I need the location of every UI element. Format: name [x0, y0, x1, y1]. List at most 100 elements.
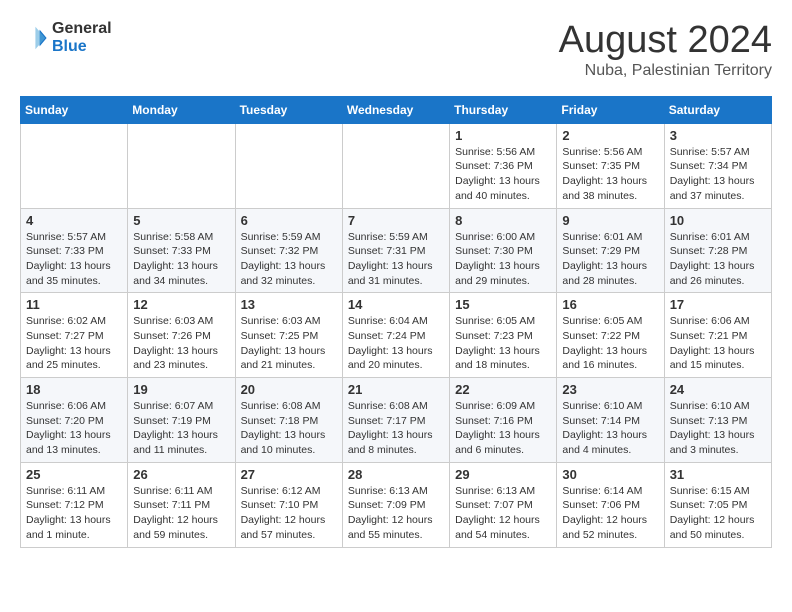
calendar-cell: [235, 123, 342, 208]
day-info: Sunrise: 5:56 AMSunset: 7:36 PMDaylight:…: [455, 145, 551, 204]
header-row: SundayMondayTuesdayWednesdayThursdayFrid…: [21, 96, 772, 123]
day-number: 26: [133, 467, 229, 482]
day-number: 11: [26, 297, 122, 312]
day-number: 31: [670, 467, 766, 482]
day-number: 15: [455, 297, 551, 312]
day-number: 20: [241, 382, 337, 397]
day-info: Sunrise: 6:05 AMSunset: 7:23 PMDaylight:…: [455, 314, 551, 373]
calendar-cell: 25Sunrise: 6:11 AMSunset: 7:12 PMDayligh…: [21, 462, 128, 547]
calendar-cell: 27 Sunrise: 6:12 AMSunset: 7:10 PMDayligh…: [235, 462, 342, 547]
day-info: Sunrise: 6:13 AMSunset: 7:07 PMDaylight:…: [455, 484, 551, 543]
subtitle: Nuba, Palestinian Territory: [559, 62, 772, 80]
day-number: 13: [241, 297, 337, 312]
calendar-cell: 7 Sunrise: 5:59 AMSunset: 7:31 PMDaylight…: [342, 208, 449, 293]
calendar-cell: 12 Sunrise: 6:03 AMSunset: 7:26 PMDayligh…: [128, 293, 235, 378]
calendar-cell: 18Sunrise: 6:06 AMSunset: 7:20 PMDayligh…: [21, 378, 128, 463]
day-info: Sunrise: 6:03 AMSunset: 7:26 PMDaylight:…: [133, 314, 229, 373]
day-number: 28: [348, 467, 444, 482]
calendar-cell: 23 Sunrise: 6:10 AMSunset: 7:14 PMDayligh…: [557, 378, 664, 463]
day-number: 29: [455, 467, 551, 482]
day-number: 12: [133, 297, 229, 312]
calendar-cell: 5Sunrise: 5:58 AMSunset: 7:33 PMDaylight…: [128, 208, 235, 293]
calendar-cell: 29 Sunrise: 6:13 AMSunset: 7:07 PMDayligh…: [450, 462, 557, 547]
calendar-cell: 17Sunrise: 6:06 AMSunset: 7:21 PMDayligh…: [664, 293, 771, 378]
day-info: Sunrise: 6:02 AMSunset: 7:27 PMDaylight:…: [26, 314, 122, 373]
day-info: Sunrise: 6:04 AMSunset: 7:24 PMDaylight:…: [348, 314, 444, 373]
calendar-cell: 21 Sunrise: 6:08 AMSunset: 7:17 PMDayligh…: [342, 378, 449, 463]
header-tuesday: Tuesday: [235, 96, 342, 123]
day-number: 30: [562, 467, 658, 482]
day-info: Sunrise: 6:01 AMSunset: 7:29 PMDaylight:…: [562, 230, 658, 289]
header-sunday: Sunday: [21, 96, 128, 123]
day-info: Sunrise: 5:59 AMSunset: 7:31 PMDaylight:…: [348, 230, 444, 289]
day-number: 14: [348, 297, 444, 312]
day-number: 1: [455, 128, 551, 143]
day-info: Sunrise: 6:01 AMSunset: 7:28 PMDaylight:…: [670, 230, 766, 289]
calendar-cell: 11 Sunrise: 6:02 AMSunset: 7:27 PMDayligh…: [21, 293, 128, 378]
day-number: 22: [455, 382, 551, 397]
day-info: Sunrise: 6:08 AMSunset: 7:17 PMDaylight:…: [348, 399, 444, 458]
header-thursday: Thursday: [450, 96, 557, 123]
day-info: Sunrise: 6:05 AMSunset: 7:22 PMDaylight:…: [562, 314, 658, 373]
calendar-header: SundayMondayTuesdayWednesdayThursdayFrid…: [21, 96, 772, 123]
logo-blue-text: Blue: [52, 38, 112, 56]
calendar-cell: 30Sunrise: 6:14 AMSunset: 7:06 PMDayligh…: [557, 462, 664, 547]
day-number: 23: [562, 382, 658, 397]
day-number: 8: [455, 213, 551, 228]
calendar-cell: 15 Sunrise: 6:05 AMSunset: 7:23 PMDayligh…: [450, 293, 557, 378]
calendar-cell: 6Sunrise: 5:59 AMSunset: 7:32 PMDaylight…: [235, 208, 342, 293]
day-info: Sunrise: 6:11 AMSunset: 7:11 PMDaylight:…: [133, 484, 229, 543]
calendar-cell: 1 Sunrise: 5:56 AMSunset: 7:36 PMDaylight…: [450, 123, 557, 208]
day-info: Sunrise: 6:09 AMSunset: 7:16 PMDaylight:…: [455, 399, 551, 458]
day-info: Sunrise: 6:12 AMSunset: 7:10 PMDaylight:…: [241, 484, 337, 543]
calendar-cell: 3 Sunrise: 5:57 AMSunset: 7:34 PMDaylight…: [664, 123, 771, 208]
calendar-cell: 16Sunrise: 6:05 AMSunset: 7:22 PMDayligh…: [557, 293, 664, 378]
day-number: 2: [562, 128, 658, 143]
day-info: Sunrise: 5:59 AMSunset: 7:32 PMDaylight:…: [241, 230, 337, 289]
header-wednesday: Wednesday: [342, 96, 449, 123]
day-info: Sunrise: 5:57 AMSunset: 7:33 PMDaylight:…: [26, 230, 122, 289]
logo: General Blue: [20, 20, 112, 55]
week-row-2: 11 Sunrise: 6:02 AMSunset: 7:27 PMDayligh…: [21, 293, 772, 378]
day-info: Sunrise: 6:06 AMSunset: 7:21 PMDaylight:…: [670, 314, 766, 373]
day-info: Sunrise: 5:58 AMSunset: 7:33 PMDaylight:…: [133, 230, 229, 289]
day-number: 7: [348, 213, 444, 228]
day-number: 19: [133, 382, 229, 397]
day-info: Sunrise: 6:13 AMSunset: 7:09 PMDaylight:…: [348, 484, 444, 543]
title-area: August 2024 Nuba, Palestinian Territory: [559, 20, 772, 80]
day-number: 3: [670, 128, 766, 143]
day-number: 27: [241, 467, 337, 482]
header-friday: Friday: [557, 96, 664, 123]
day-info: Sunrise: 5:56 AMSunset: 7:35 PMDaylight:…: [562, 145, 658, 204]
logo-general-text: General: [52, 20, 112, 38]
calendar-cell: 8 Sunrise: 6:00 AMSunset: 7:30 PMDaylight…: [450, 208, 557, 293]
day-info: Sunrise: 5:57 AMSunset: 7:34 PMDaylight:…: [670, 145, 766, 204]
day-info: Sunrise: 6:07 AMSunset: 7:19 PMDaylight:…: [133, 399, 229, 458]
calendar-cell: 20Sunrise: 6:08 AMSunset: 7:18 PMDayligh…: [235, 378, 342, 463]
calendar-cell: 24Sunrise: 6:10 AMSunset: 7:13 PMDayligh…: [664, 378, 771, 463]
day-number: 24: [670, 382, 766, 397]
day-info: Sunrise: 6:03 AMSunset: 7:25 PMDaylight:…: [241, 314, 337, 373]
day-number: 21: [348, 382, 444, 397]
calendar-cell: 4 Sunrise: 5:57 AMSunset: 7:33 PMDaylight…: [21, 208, 128, 293]
day-info: Sunrise: 6:10 AMSunset: 7:14 PMDaylight:…: [562, 399, 658, 458]
calendar-cell: 14 Sunrise: 6:04 AMSunset: 7:24 PMDayligh…: [342, 293, 449, 378]
header-saturday: Saturday: [664, 96, 771, 123]
calendar-cell: [342, 123, 449, 208]
week-row-4: 25Sunrise: 6:11 AMSunset: 7:12 PMDayligh…: [21, 462, 772, 547]
calendar-cell: 13 Sunrise: 6:03 AMSunset: 7:25 PMDayligh…: [235, 293, 342, 378]
calendar-body: 1 Sunrise: 5:56 AMSunset: 7:36 PMDaylight…: [21, 123, 772, 547]
calendar-cell: [21, 123, 128, 208]
calendar-cell: 2 Sunrise: 5:56 AMSunset: 7:35 PMDaylight…: [557, 123, 664, 208]
week-row-1: 4 Sunrise: 5:57 AMSunset: 7:33 PMDaylight…: [21, 208, 772, 293]
page-header: General Blue August 2024 Nuba, Palestini…: [20, 20, 772, 80]
calendar-cell: 26 Sunrise: 6:11 AMSunset: 7:11 PMDayligh…: [128, 462, 235, 547]
day-info: Sunrise: 6:00 AMSunset: 7:30 PMDaylight:…: [455, 230, 551, 289]
calendar-cell: [128, 123, 235, 208]
week-row-0: 1 Sunrise: 5:56 AMSunset: 7:36 PMDaylight…: [21, 123, 772, 208]
day-number: 10: [670, 213, 766, 228]
calendar-cell: 9Sunrise: 6:01 AMSunset: 7:29 PMDaylight…: [557, 208, 664, 293]
logo-icon: [20, 24, 48, 52]
week-row-3: 18Sunrise: 6:06 AMSunset: 7:20 PMDayligh…: [21, 378, 772, 463]
day-number: 4: [26, 213, 122, 228]
